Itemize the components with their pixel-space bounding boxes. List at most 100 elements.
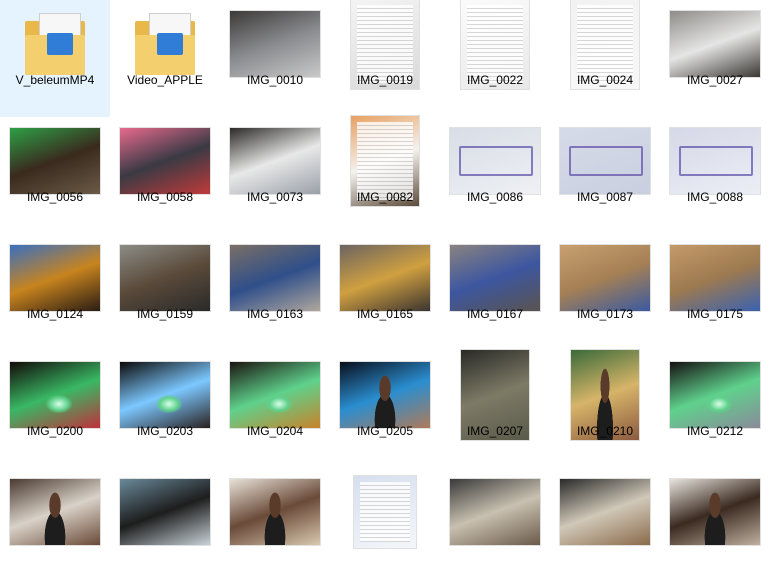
file-name: IMG_0124 [26,307,84,321]
image-thumbnail [560,245,650,311]
file-item[interactable] [660,468,770,585]
file-item[interactable]: IMG_0175 [660,234,770,351]
file-name: IMG_0073 [246,190,304,204]
file-name: IMG_0088 [686,190,744,204]
image-thumbnail [10,245,100,311]
file-item[interactable]: IMG_0204 [220,351,330,468]
image-thumbnail [340,362,430,428]
image-thumbnail [120,479,210,545]
file-thumbnail [330,468,440,556]
file-thumbnail [220,468,330,556]
file-item[interactable]: IMG_0022 [440,0,550,117]
file-item[interactable]: IMG_0210 [550,350,660,468]
file-item[interactable] [110,468,220,585]
file-name: IMG_0024 [576,73,634,87]
file-name: IMG_0175 [686,307,744,321]
file-item[interactable]: IMG_0173 [550,234,660,351]
file-item[interactable]: IMG_0163 [220,234,330,351]
file-item[interactable] [220,468,330,585]
file-item[interactable]: IMG_0058 [110,117,220,234]
image-thumbnail [670,479,760,545]
file-name: IMG_0203 [136,424,194,438]
image-thumbnail [10,362,100,428]
video-folder-icon [135,13,195,75]
image-thumbnail [10,128,100,194]
file-item[interactable]: IMG_0086 [440,117,550,234]
file-thumbnail [660,468,770,556]
file-item[interactable]: IMG_0087 [550,117,660,234]
image-thumbnail [10,479,100,545]
file-item[interactable]: IMG_0203 [110,351,220,468]
file-name: V_beleumMP4 [15,73,95,87]
image-thumbnail [120,362,210,428]
file-item[interactable]: Video_APPLE [110,0,220,117]
file-name: Video_APPLE [127,73,203,87]
file-item[interactable]: IMG_0019 [330,0,440,117]
file-item[interactable]: IMG_0200 [0,351,110,468]
image-thumbnail [670,11,760,77]
file-name: IMG_0086 [466,190,524,204]
image-thumbnail [230,479,320,545]
file-name: IMG_0210 [576,424,634,438]
file-item[interactable]: IMG_0159 [110,234,220,351]
image-thumbnail [450,245,540,311]
image-thumbnail [670,245,760,311]
file-name: IMG_0165 [356,307,414,321]
image-thumbnail [354,476,416,548]
file-item[interactable] [440,468,550,585]
image-thumbnail [230,245,320,311]
file-item[interactable]: IMG_0207 [440,350,550,468]
image-thumbnail [560,128,650,194]
file-item[interactable] [330,468,440,585]
file-name: IMG_0212 [686,424,744,438]
file-name: IMG_0173 [576,307,634,321]
file-thumbnail [110,468,220,556]
file-name: IMG_0027 [686,73,744,87]
image-thumbnail [450,479,540,545]
image-thumbnail [230,362,320,428]
file-name: IMG_0087 [576,190,634,204]
file-item[interactable]: IMG_0124 [0,234,110,351]
image-thumbnail [670,128,760,194]
file-name: IMG_0019 [356,73,414,87]
file-item[interactable]: IMG_0165 [330,234,440,351]
file-name: IMG_0163 [246,307,304,321]
file-item[interactable]: IMG_0082 [330,116,440,234]
file-item[interactable]: V_beleumMP4 [0,0,110,117]
file-thumbnail [0,468,110,556]
image-thumbnail [120,245,210,311]
file-grid: V_beleumMP4 Video_APPLE IMG_0010 IMG_0019 IM… [0,0,772,548]
file-name: IMG_0010 [246,73,304,87]
file-item[interactable]: IMG_0027 [660,0,770,117]
file-name: IMG_0058 [136,190,194,204]
image-thumbnail [560,479,650,545]
file-name: IMG_0022 [466,73,524,87]
file-item[interactable]: IMG_0212 [660,351,770,468]
file-item[interactable]: IMG_0205 [330,351,440,468]
file-thumbnail [550,468,660,556]
file-thumbnail [440,468,550,556]
file-item[interactable]: IMG_0024 [550,0,660,117]
image-thumbnail [230,11,320,77]
image-thumbnail [120,128,210,194]
file-name: IMG_0205 [356,424,414,438]
video-folder-icon [25,13,85,75]
file-item[interactable]: IMG_0167 [440,234,550,351]
image-thumbnail [670,362,760,428]
image-thumbnail [450,128,540,194]
file-item[interactable] [0,468,110,585]
file-item[interactable]: IMG_0010 [220,0,330,117]
image-thumbnail [340,245,430,311]
file-name: IMG_0200 [26,424,84,438]
file-name: IMG_0056 [26,190,84,204]
file-item[interactable] [550,468,660,585]
file-name: IMG_0159 [136,307,194,321]
file-item[interactable]: IMG_0088 [660,117,770,234]
file-name: IMG_0204 [246,424,304,438]
file-item[interactable]: IMG_0073 [220,117,330,234]
image-thumbnail [230,128,320,194]
file-item[interactable]: IMG_0056 [0,117,110,234]
file-name: IMG_0207 [466,424,524,438]
file-name: IMG_0167 [466,307,524,321]
file-name: IMG_0082 [356,190,414,204]
